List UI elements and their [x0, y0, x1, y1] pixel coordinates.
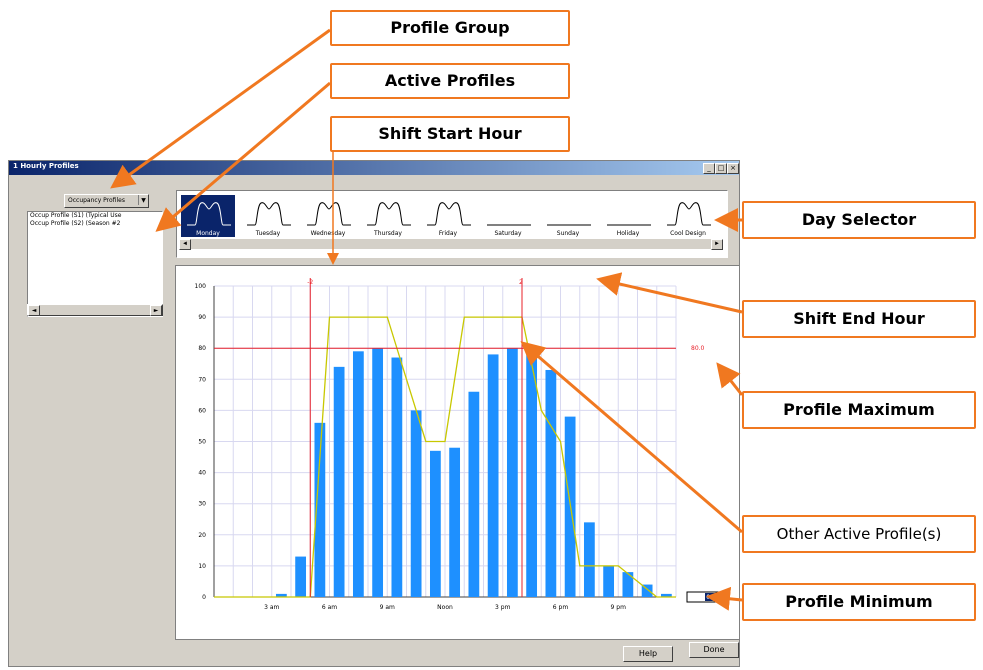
arrow-shift-end-hour [596, 272, 743, 314]
arrow-profile-group [110, 28, 331, 189]
arrow-profile-maximum [716, 362, 744, 396]
callout-arrows [110, 28, 744, 611]
arrow-profile-minimum [706, 586, 743, 611]
arrow-other-active-profiles [520, 341, 743, 534]
arrow-active-profiles [155, 81, 331, 232]
